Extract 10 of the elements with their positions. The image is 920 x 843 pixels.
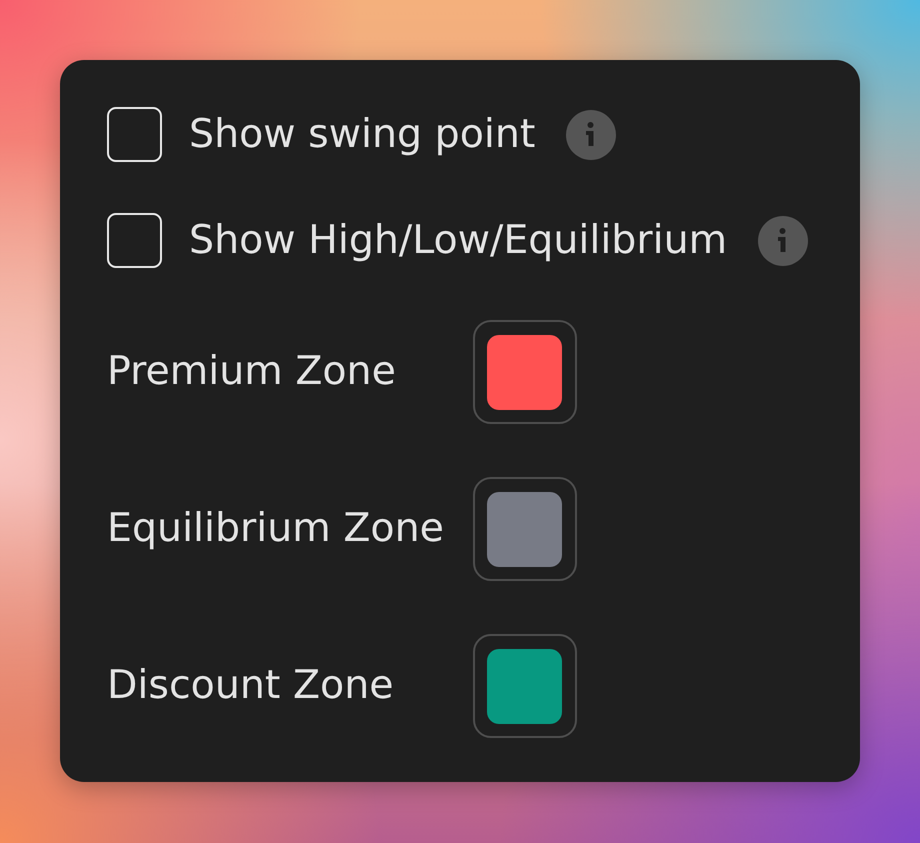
checkbox[interactable] — [107, 107, 162, 162]
checkbox-label: Show swing point — [189, 112, 536, 158]
checkbox-label: Show High/Low/Equilibrium — [189, 218, 728, 264]
color-setting-label: Equilibrium Zone — [107, 506, 444, 552]
color-picker-button[interactable] — [472, 634, 577, 738]
checkbox[interactable] — [107, 213, 162, 268]
color-picker-button[interactable] — [472, 320, 577, 424]
color-setting-label: Discount Zone — [107, 663, 395, 709]
color-picker-button[interactable] — [472, 477, 577, 581]
color-setting-label: Premium Zone — [107, 349, 397, 395]
